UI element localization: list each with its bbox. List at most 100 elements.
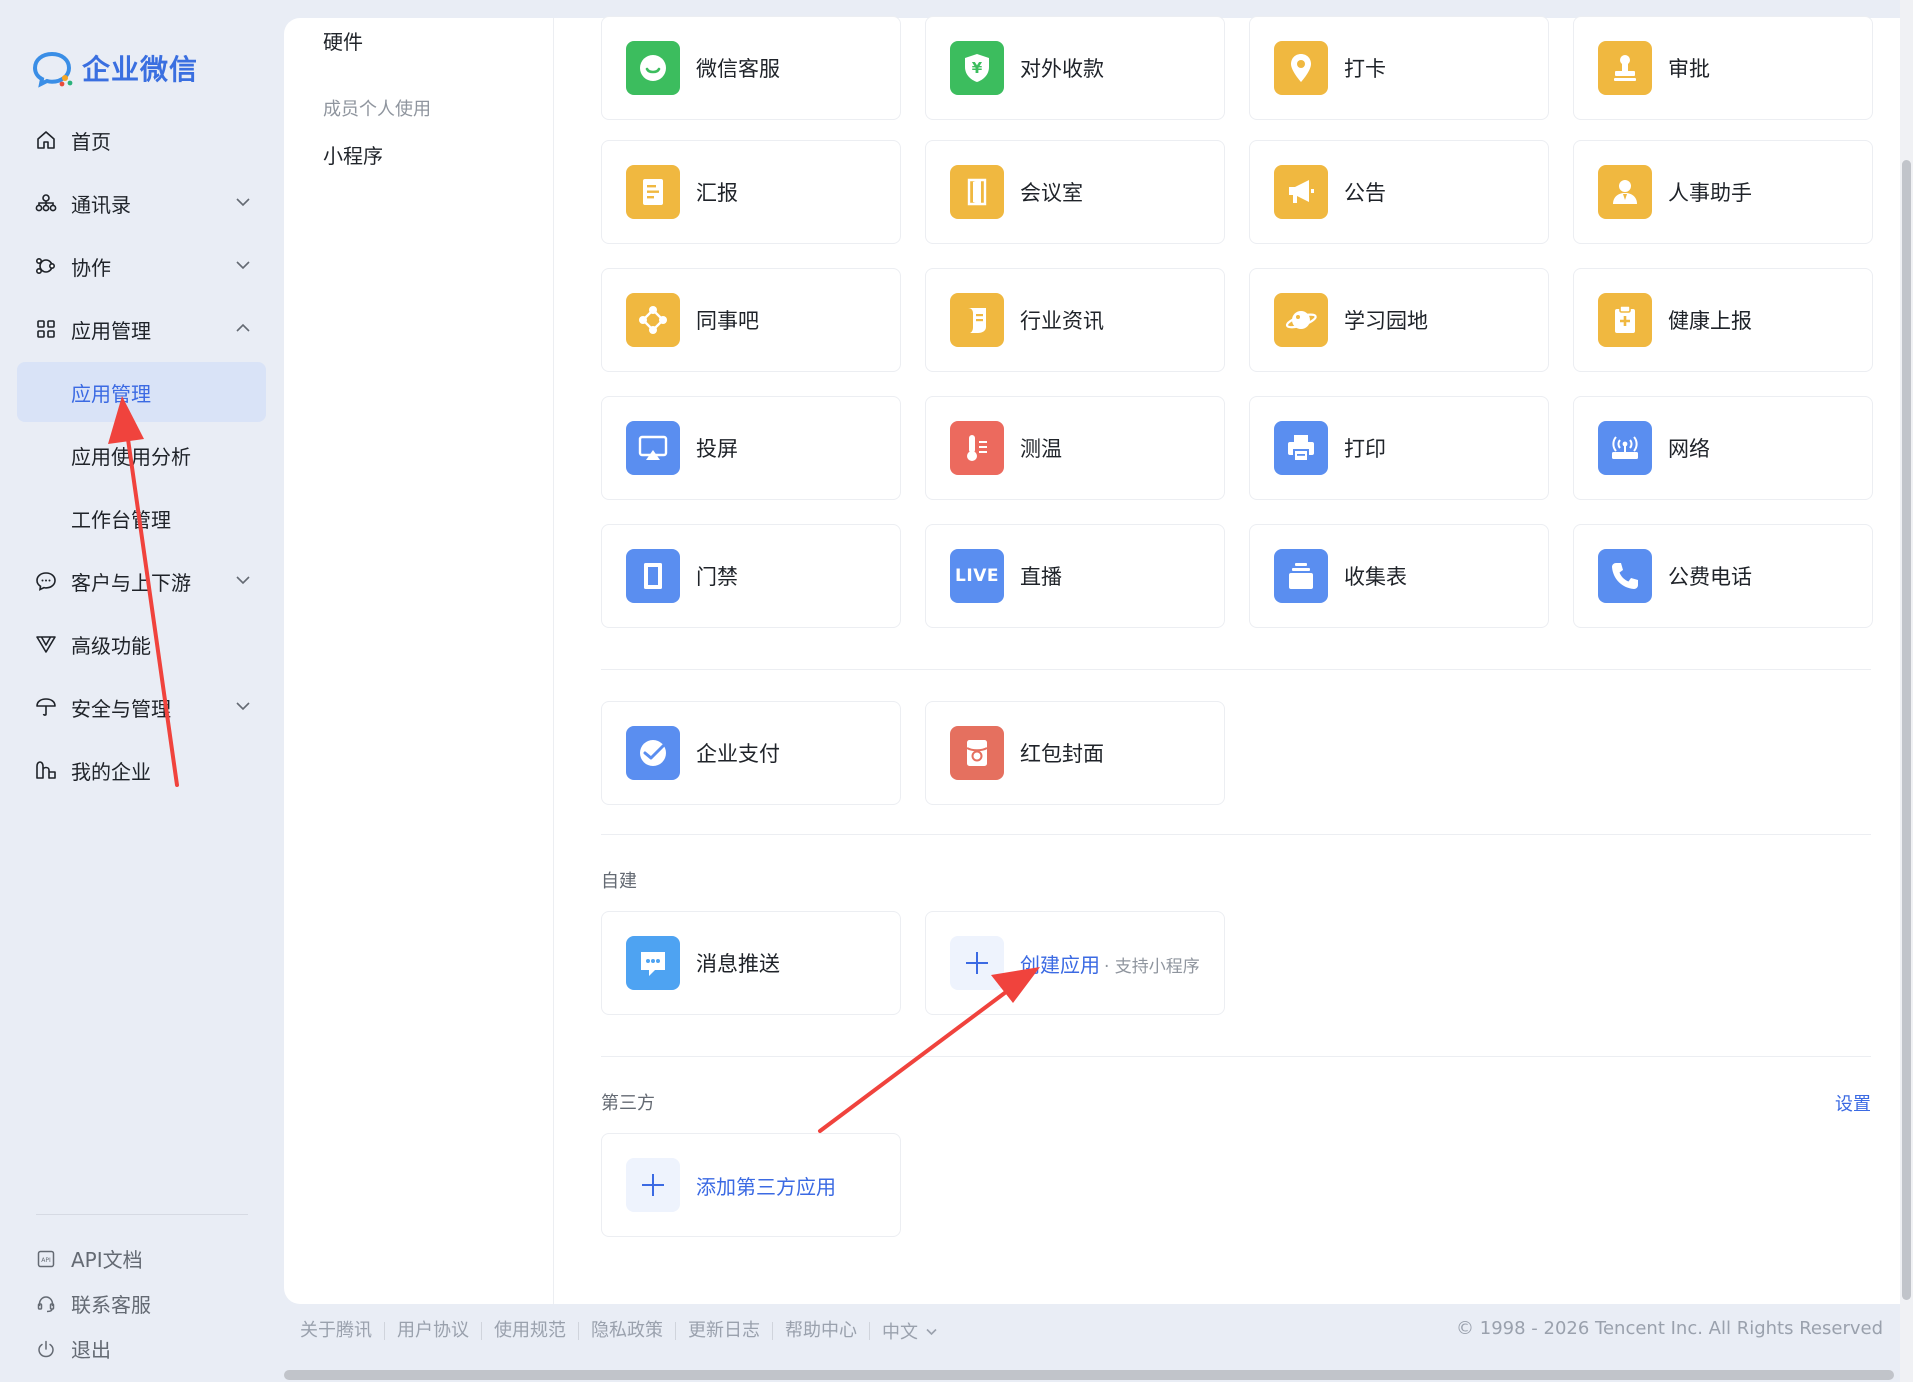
brand-name: 企业微信 [82,53,199,86]
chevron-down-icon[interactable] [236,573,250,587]
planet-icon [1274,293,1328,347]
sidebar-item-label: 高级功能 [71,633,151,658]
subnav-item-hardware[interactable]: 硬件 [323,26,363,55]
person-icon [1598,165,1652,219]
app-card[interactable]: 门禁 [601,524,901,628]
sidebar-item-my-enterprise[interactable]: 我的企业 [17,740,266,800]
app-card[interactable]: 企业支付 [601,701,901,805]
copyright: © 1998 - 2026 Tencent Inc. All Rights Re… [1456,1318,1883,1339]
printer-icon [1274,421,1328,475]
section-title-self-built: 自建 [601,871,637,892]
add-third-party-label: 添加第三方应用 [696,1174,836,1199]
wechat-service-icon [626,41,680,95]
footer-link-privacy[interactable]: 隐私政策 [579,1322,676,1340]
app-card[interactable]: 人事助手 [1573,140,1873,244]
app-name: 健康上报 [1668,309,1752,333]
chevron-down-icon[interactable] [236,699,250,713]
sidebar-item-label: 安全与管理 [71,696,171,721]
add-third-party-app-button[interactable]: 添加第三方应用 [601,1133,901,1237]
footer-link-changelog[interactable]: 更新日志 [676,1322,773,1340]
sidebar-item-contacts[interactable]: 通讯录 [17,173,266,233]
footer-link-help[interactable]: 帮助中心 [773,1322,870,1340]
network-icon [626,293,680,347]
org-chart-icon [35,192,57,214]
app-card[interactable]: 行业资讯 [925,268,1225,372]
app-name: 门禁 [696,565,738,589]
sidebar-item-customers[interactable]: 客户与上下游 [17,551,266,611]
chevron-down-icon [926,1328,937,1335]
app-card[interactable]: 同事吧 [601,268,901,372]
app-name: 测温 [1020,437,1062,461]
sidebar-item-label: 应用使用分析 [71,444,191,469]
app-card[interactable]: 打卡 [1249,16,1549,120]
app-card[interactable]: 学习园地 [1249,268,1549,372]
sidebar-item-label: 首页 [71,129,111,154]
app-card[interactable]: 网络 [1573,396,1873,500]
subnav-group-personal: 成员个人使用 [323,99,431,120]
plus-icon [626,1158,680,1212]
create-app-label: 创建应用 [1020,952,1100,977]
app-name: 打印 [1344,437,1386,461]
app-card[interactable]: 公告 [1249,140,1549,244]
message-push-icon [626,936,680,990]
app-name: 网络 [1668,437,1710,461]
app-card[interactable]: 红包封面 [925,701,1225,805]
sidebar-subitem-app-management[interactable]: 应用管理 [17,362,266,422]
live-icon: LIVE [950,549,1004,603]
svg-text:API: API [41,1257,51,1264]
app-card[interactable]: 微信客服 [601,16,901,120]
section-divider [601,669,1871,670]
sidebar-subitem-app-usage[interactable]: 应用使用分析 [17,425,266,485]
sidebar-item-label: 应用管理 [71,318,151,343]
contact-support-link[interactable]: 联系客服 [36,1281,151,1326]
app-name: 企业支付 [696,742,780,766]
create-app-button[interactable]: 创建应用 · 支持小程序 [925,911,1225,1015]
app-name: 红包封面 [1020,742,1104,766]
megaphone-icon [1274,165,1328,219]
app-card[interactable]: 健康上报 [1573,268,1873,372]
api-docs-link[interactable]: API API文档 [36,1236,151,1281]
chevron-down-icon[interactable] [236,258,250,272]
brand-logo[interactable]: 企业微信 [32,48,198,88]
enterprise-pay-icon [626,726,680,780]
category-subnav: 硬件 成员个人使用 小程序 [284,18,554,1304]
vertical-scrollbar-thumb[interactable] [1902,160,1911,1300]
sidebar-item-security[interactable]: 安全与管理 [17,677,266,737]
app-card[interactable]: LIVE 直播 [925,524,1225,628]
app-card[interactable]: 消息推送 [601,911,901,1015]
app-card[interactable]: 会议室 [925,140,1225,244]
app-card[interactable]: 公费电话 [1573,524,1873,628]
footer-link-usage-rules[interactable]: 使用规范 [482,1322,579,1340]
sidebar-item-label: 通讯录 [71,192,131,217]
logout-link[interactable]: 退出 [36,1326,151,1371]
sidebar-item-app-management[interactable]: 应用管理 [17,299,266,359]
footer-link-user-agreement[interactable]: 用户协议 [385,1322,482,1340]
app-card[interactable]: 汇报 [601,140,901,244]
report-icon [626,165,680,219]
sidebar-bottom: API API文档 联系客服 退出 [36,1236,151,1371]
subnav-item-mini-program[interactable]: 小程序 [323,140,383,169]
app-card[interactable]: 收集表 [1249,524,1549,628]
app-card[interactable]: 投屏 [601,396,901,500]
sidebar-item-advanced[interactable]: 高级功能 [17,614,266,674]
sidebar-item-home[interactable]: 首页 [17,110,266,170]
headset-icon [36,1294,56,1314]
language-selector[interactable]: 中文 [870,1318,949,1344]
umbrella-icon [35,696,57,718]
app-name: 打卡 [1344,57,1386,81]
chevron-down-icon[interactable] [236,195,250,209]
app-name: 微信客服 [696,57,780,81]
app-card[interactable]: ¥ 对外收款 [925,16,1225,120]
sidebar-item-label: 工作台管理 [71,507,171,532]
sidebar-subitem-workbench[interactable]: 工作台管理 [17,488,266,548]
app-card[interactable]: 打印 [1249,396,1549,500]
footer-link-about[interactable]: 关于腾讯 [300,1322,385,1340]
location-pin-icon [1274,41,1328,95]
chevron-up-icon[interactable] [236,321,250,335]
sidebar-item-collab[interactable]: 协作 [17,236,266,296]
horizontal-scrollbar-thumb[interactable] [284,1370,1894,1380]
app-card[interactable]: 审批 [1573,16,1873,120]
phone-icon [1598,549,1652,603]
third-party-settings-link[interactable]: 设置 [1835,1090,1871,1116]
app-card[interactable]: 测温 [925,396,1225,500]
